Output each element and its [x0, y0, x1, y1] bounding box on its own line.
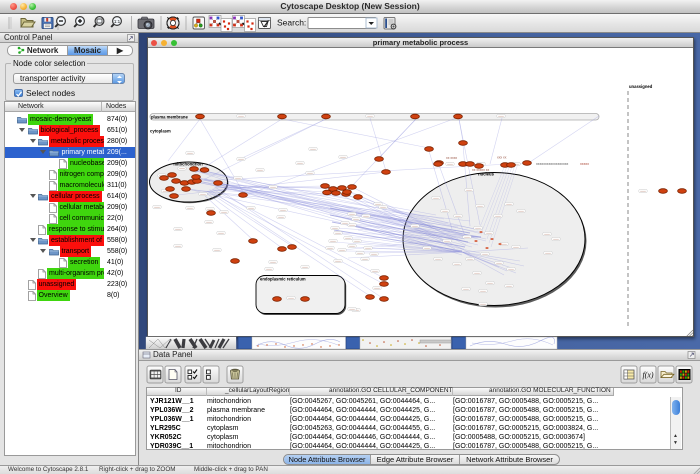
- svg-text:mitochondrion: mitochondrion: [173, 162, 203, 167]
- svg-text:Search:: Search:: [277, 18, 306, 28]
- svg-text:xx xxxxx xx: xx xxxxx xx: [472, 168, 489, 172]
- svg-text:xxxxx: xxxxx: [580, 162, 589, 166]
- svg-text:cytoplasm: cytoplasm: [150, 129, 171, 134]
- svg-text:f(x): f(x): [642, 371, 653, 380]
- svg-text:nucleus: nucleus: [478, 172, 494, 177]
- svg-text:xxxxxxxxxxxxxxxxxx: xxxxxxxxxxxxxxxxxx: [536, 162, 569, 166]
- svg-text:xxx xx: xxx xx: [497, 156, 507, 160]
- svg-text:plasma membrane: plasma membrane: [151, 115, 188, 120]
- svg-text:endoplasmic reticulum: endoplasmic reticulum: [260, 277, 306, 282]
- svg-text:1:1: 1:1: [114, 19, 121, 24]
- svg-text:unassigned: unassigned: [629, 84, 653, 89]
- svg-text:xx xxxx: xx xxxx: [446, 156, 457, 160]
